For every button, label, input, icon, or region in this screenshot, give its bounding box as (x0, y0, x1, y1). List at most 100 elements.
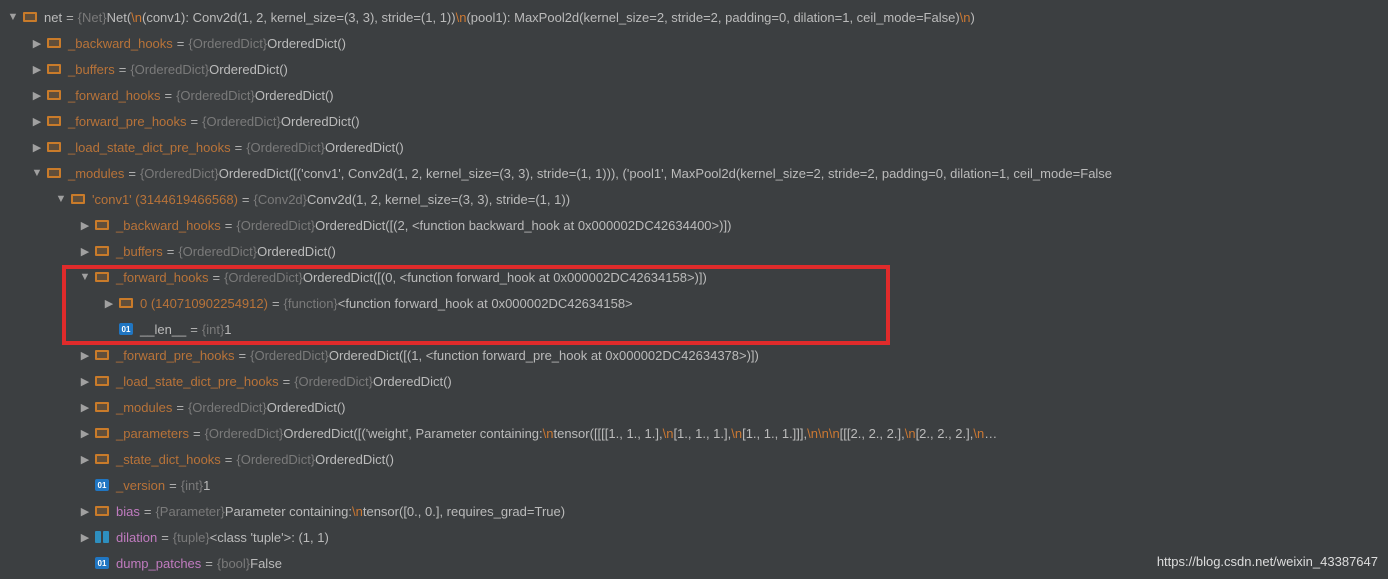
tree-row[interactable]: ▶_state_dict_hooks={OrderedDict} Ordered… (6, 446, 1388, 472)
watermark: https://blog.csdn.net/weixin_43387647 (1157, 554, 1378, 569)
tree-row[interactable]: ▶_load_state_dict_pre_hooks={OrderedDict… (6, 368, 1388, 394)
expand-arrow[interactable]: ▶ (78, 401, 92, 414)
value-text: OrderedDict() (257, 244, 336, 259)
equals: = (193, 426, 201, 441)
value-text: [[[2., 2., 2.], (840, 426, 905, 441)
var-name: 'conv1' (3144619466568) (92, 192, 238, 207)
expand-arrow[interactable]: ▶ (78, 531, 92, 544)
expand-arrow[interactable]: ▶ (78, 427, 92, 440)
equals: = (161, 530, 169, 545)
object-icon (94, 243, 110, 259)
var-name: _version (116, 478, 165, 493)
tree-row[interactable]: ▶01_version={int} 1 (6, 472, 1388, 498)
var-type: {OrderedDict} (130, 62, 209, 77)
var-type: {int} (202, 322, 224, 337)
int-icon: 01 (118, 321, 134, 337)
expand-arrow[interactable]: ▶ (78, 245, 92, 258)
tuple-icon (94, 529, 110, 545)
newline-escape: \n (131, 10, 142, 25)
value-text: OrderedDict() (373, 374, 452, 389)
tree-row[interactable]: ▶01__len__={int} 1 (6, 316, 1388, 342)
object-icon (46, 113, 62, 129)
var-type: {OrderedDict} (188, 400, 267, 415)
value-text: 1 (224, 322, 231, 337)
var-type: {OrderedDict} (236, 218, 315, 233)
var-type: {function} (284, 296, 338, 311)
tree-row[interactable]: ▶_forward_pre_hooks={OrderedDict} Ordere… (6, 108, 1388, 134)
value-text: tensor([[[[1., 1., 1.], (553, 426, 662, 441)
expand-arrow[interactable]: ▶ (78, 375, 92, 388)
value-text: OrderedDict() (315, 452, 394, 467)
tree-row[interactable]: ▶bias={Parameter} Parameter containing:\… (6, 498, 1388, 524)
expand-arrow[interactable]: ▶ (30, 37, 44, 50)
expand-arrow[interactable]: ▶ (30, 89, 44, 102)
equals: = (177, 36, 185, 51)
var-name: _backward_hooks (68, 36, 173, 51)
value-text: (pool1): MaxPool2d(kernel_size=2, stride… (466, 10, 959, 25)
tree-row[interactable]: ▶_buffers={OrderedDict} OrderedDict() (6, 238, 1388, 264)
expand-arrow[interactable]: ▶ (102, 297, 116, 310)
object-icon (94, 425, 110, 441)
newline-escape: \n (905, 426, 916, 441)
tree-row[interactable]: ▶_backward_hooks={OrderedDict} OrderedDi… (6, 212, 1388, 238)
var-name: _forward_hooks (68, 88, 161, 103)
equals: = (169, 478, 177, 493)
expand-arrow[interactable]: ▶ (30, 63, 44, 76)
object-icon (94, 347, 110, 363)
tree-row[interactable]: ▼_modules={OrderedDict} OrderedDict([('c… (6, 160, 1388, 186)
var-name: net (44, 10, 62, 25)
int-icon: 01 (94, 477, 110, 493)
tree-row[interactable]: ▶_backward_hooks={OrderedDict} OrderedDi… (6, 30, 1388, 56)
object-icon (70, 191, 86, 207)
var-name: dump_patches (116, 556, 201, 571)
tree-row[interactable]: ▼net={Net} Net(\n (conv1): Conv2d(1, 2, … (6, 4, 1388, 30)
object-icon (94, 269, 110, 285)
tree-row[interactable]: ▶_forward_hooks={OrderedDict} OrderedDic… (6, 82, 1388, 108)
collapse-arrow[interactable]: ▼ (30, 167, 44, 179)
var-type: {OrderedDict} (176, 88, 255, 103)
value-text: (conv1): Conv2d(1, 2, kernel_size=(3, 3)… (142, 10, 456, 25)
expand-arrow[interactable]: ▶ (78, 349, 92, 362)
object-icon (46, 87, 62, 103)
collapse-arrow[interactable]: ▼ (54, 193, 68, 205)
variable-tree[interactable]: ▼net={Net} Net(\n (conv1): Conv2d(1, 2, … (0, 0, 1388, 576)
var-type: {OrderedDict} (224, 270, 303, 285)
var-name: dilation (116, 530, 157, 545)
object-icon (46, 61, 62, 77)
collapse-arrow[interactable]: ▼ (78, 271, 92, 283)
equals: = (119, 62, 127, 77)
tree-row[interactable]: ▶_forward_pre_hooks={OrderedDict} Ordere… (6, 342, 1388, 368)
object-icon (94, 503, 110, 519)
newline-escape: \n (829, 426, 840, 441)
collapse-arrow[interactable]: ▼ (6, 11, 20, 23)
expand-arrow[interactable]: ▶ (78, 219, 92, 232)
equals: = (239, 348, 247, 363)
tree-row[interactable]: ▼_forward_hooks={OrderedDict} OrderedDic… (6, 264, 1388, 290)
expand-arrow[interactable]: ▶ (78, 505, 92, 518)
tree-row[interactable]: ▶0 (140710902254912)={function} <functio… (6, 290, 1388, 316)
var-type: {int} (181, 478, 203, 493)
tree-row[interactable]: ▶_parameters={OrderedDict} OrderedDict([… (6, 420, 1388, 446)
newline-escape: \n (807, 426, 818, 441)
tree-row[interactable]: ▶dilation={tuple} <class 'tuple'>: (1, 1… (6, 524, 1388, 550)
expand-arrow[interactable]: ▶ (30, 141, 44, 154)
value-text: Conv2d(1, 2, kernel_size=(3, 3), stride=… (307, 192, 570, 207)
arrow-placeholder: ▶ (78, 557, 92, 570)
arrow-placeholder: ▶ (102, 323, 116, 336)
equals: = (272, 296, 280, 311)
tree-row[interactable]: ▶_load_state_dict_pre_hooks={OrderedDict… (6, 134, 1388, 160)
value-text: ) (971, 10, 975, 25)
value-text: OrderedDict() (267, 36, 346, 51)
var-name: _load_state_dict_pre_hooks (68, 140, 231, 155)
value-text: tensor([0., 0.], requires_grad=True) (363, 504, 565, 519)
value-text: OrderedDict() (267, 400, 346, 415)
tree-row[interactable]: ▼'conv1' (3144619466568)={Conv2d} Conv2d… (6, 186, 1388, 212)
equals: = (225, 452, 233, 467)
tree-row[interactable]: ▶_modules={OrderedDict} OrderedDict() (6, 394, 1388, 420)
newline-escape: \n (973, 426, 984, 441)
expand-arrow[interactable]: ▶ (78, 453, 92, 466)
value-text: Parameter containing: (225, 504, 352, 519)
expand-arrow[interactable]: ▶ (30, 115, 44, 128)
tree-row[interactable]: ▶_buffers={OrderedDict} OrderedDict() (6, 56, 1388, 82)
object-icon (94, 451, 110, 467)
